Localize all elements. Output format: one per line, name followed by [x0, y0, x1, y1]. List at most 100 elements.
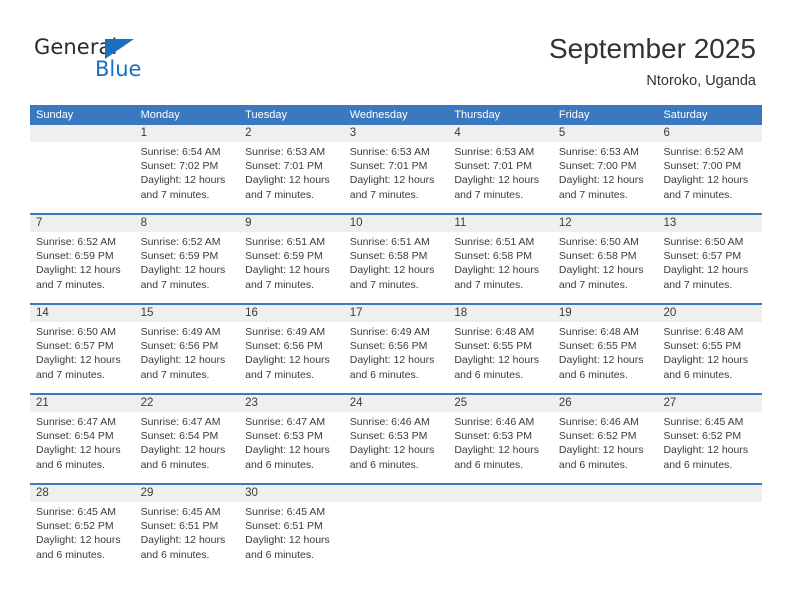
logo-text-blue: Blue	[95, 57, 142, 81]
day-number[interactable]: 26	[553, 395, 658, 412]
day-number[interactable]: 10	[344, 215, 449, 232]
day-number-band: 14 15 16 17 18 19 20	[30, 305, 762, 322]
day-number[interactable]: 1	[135, 125, 240, 142]
day-number[interactable]: 13	[657, 215, 762, 232]
day-cell[interactable]: Sunrise: 6:46 AM Sunset: 6:53 PM Daylight:…	[448, 412, 553, 483]
day-info-line: Daylight: 12 hours	[245, 354, 330, 367]
day-cell[interactable]: Sunrise: 6:53 AM Sunset: 7:01 PM Daylight:…	[239, 142, 344, 213]
day-info-line: Daylight: 12 hours	[36, 264, 121, 277]
day-cell[interactable]: Sunrise: 6:52 AM Sunset: 7:00 PM Daylight:…	[657, 142, 762, 213]
day-number[interactable]: 12	[553, 215, 658, 232]
day-number[interactable]: 19	[553, 305, 658, 322]
day-info-line: Sunset: 6:55 PM	[454, 340, 532, 353]
day-number[interactable]: 24	[344, 395, 449, 412]
day-number[interactable]: 11	[448, 215, 553, 232]
day-number[interactable]: 2	[239, 125, 344, 142]
day-cell[interactable]: Sunrise: 6:54 AM Sunset: 7:02 PM Daylight:…	[135, 142, 240, 213]
calendar-week-row: 28 29 30 Sunrise: 6:45 AM Sunset: 6:52 PM Day…	[30, 483, 762, 573]
day-number[interactable]: 14	[30, 305, 135, 322]
calendar-week-row: 1 2 3 4 5 6 Sunrise: 6:54 AM Sunset: 7:02 PM Day…	[30, 125, 762, 213]
day-detail-band: Sunrise: 6:52 AM Sunset: 6:59 PM Daylight:…	[30, 232, 762, 303]
day-number[interactable]: 27	[657, 395, 762, 412]
day-info-line: Sunrise: 6:53 AM	[245, 146, 326, 158]
day-number[interactable]: 18	[448, 305, 553, 322]
day-cell[interactable]: Sunrise: 6:49 AM Sunset: 6:56 PM Daylight:…	[239, 322, 344, 393]
day-cell[interactable]: Sunrise: 6:45 AM Sunset: 6:51 PM Daylight:…	[135, 502, 240, 573]
day-cell[interactable]: Sunrise: 6:50 AM Sunset: 6:57 PM Daylight:…	[657, 232, 762, 303]
day-cell[interactable]: Sunrise: 6:51 AM Sunset: 6:59 PM Daylight:…	[239, 232, 344, 303]
day-cell[interactable]: Sunrise: 6:49 AM Sunset: 6:56 PM Daylight:…	[135, 322, 240, 393]
weekday-header-wednesday: Wednesday	[349, 109, 408, 121]
day-info-line: Daylight: 12 hours	[558, 354, 644, 367]
day-number[interactable]: 20	[657, 305, 762, 322]
day-cell[interactable]: Sunrise: 6:45 AM Sunset: 6:52 PM Daylight:…	[657, 412, 762, 483]
day-number[interactable]: 5	[553, 125, 658, 142]
day-info-line: Sunrise: 6:45 AM	[663, 416, 744, 428]
day-number[interactable]: 29	[135, 485, 240, 502]
day-cell[interactable]: Sunrise: 6:52 AM Sunset: 6:59 PM Daylight:…	[30, 232, 135, 303]
day-number[interactable]: 30	[239, 485, 344, 502]
day-cell[interactable]: Sunrise: 6:45 AM Sunset: 6:52 PM Daylight:…	[30, 502, 135, 573]
day-cell[interactable]: Sunrise: 6:53 AM Sunset: 7:01 PM Daylight:…	[448, 142, 553, 213]
day-info-line: and 6 minutes.	[36, 458, 105, 471]
general-blue-logo[interactable]: General Blue	[34, 36, 274, 88]
day-number[interactable]: 15	[135, 305, 240, 322]
day-number[interactable]: 8	[135, 215, 240, 232]
day-number[interactable]: 6	[657, 125, 762, 142]
day-info-line: Sunset: 6:54 PM	[36, 430, 114, 443]
day-info-line: Sunrise: 6:47 AM	[36, 416, 116, 428]
day-info-line: Daylight: 12 hours	[140, 444, 226, 457]
day-cell[interactable]: Sunrise: 6:46 AM Sunset: 6:52 PM Daylight:…	[553, 412, 658, 483]
day-info-line: Sunrise: 6:53 AM	[454, 146, 535, 158]
day-info-line: Sunrise: 6:47 AM	[140, 416, 221, 428]
day-number[interactable]: 22	[135, 395, 240, 412]
day-info-line: Daylight: 12 hours	[36, 444, 121, 457]
day-number[interactable]: 21	[30, 395, 135, 412]
day-info-line: Sunset: 6:59 PM	[245, 250, 323, 263]
day-info-line: Daylight: 12 hours	[140, 354, 226, 367]
weekday-header-thursday: Thursday	[454, 109, 501, 121]
day-info-line: Sunrise: 6:51 AM	[454, 236, 535, 248]
day-cell[interactable]: Sunrise: 6:51 AM Sunset: 6:58 PM Daylight:…	[448, 232, 553, 303]
day-info-line: Daylight: 12 hours	[454, 264, 539, 277]
day-cell[interactable]: Sunrise: 6:53 AM Sunset: 7:00 PM Daylight:…	[553, 142, 658, 213]
day-cell[interactable]: Sunrise: 6:47 AM Sunset: 6:54 PM Daylight:…	[135, 412, 240, 483]
day-info-line: and 6 minutes.	[349, 368, 419, 381]
day-number[interactable]: 3	[344, 125, 449, 142]
day-cell[interactable]: Sunrise: 6:50 AM Sunset: 6:57 PM Daylight:…	[30, 322, 135, 393]
day-cell[interactable]: Sunrise: 6:49 AM Sunset: 6:56 PM Daylight:…	[344, 322, 449, 393]
day-number[interactable]: 4	[448, 125, 553, 142]
day-cell[interactable]: Sunrise: 6:48 AM Sunset: 6:55 PM Daylight:…	[657, 322, 762, 393]
day-cell[interactable]: Sunrise: 6:50 AM Sunset: 6:58 PM Daylight:…	[553, 232, 658, 303]
day-cell[interactable]: Sunrise: 6:48 AM Sunset: 6:55 PM Daylight:…	[553, 322, 658, 393]
day-cell[interactable]: Sunrise: 6:46 AM Sunset: 6:53 PM Daylight:…	[344, 412, 449, 483]
day-cell[interactable]: Sunrise: 6:52 AM Sunset: 6:59 PM Daylight:…	[135, 232, 240, 303]
day-number[interactable]: 28	[30, 485, 135, 502]
day-info-line: Sunset: 7:00 PM	[663, 160, 742, 173]
day-info-line: and 6 minutes.	[558, 368, 628, 381]
day-info-line: Sunset: 7:01 PM	[454, 160, 532, 173]
day-info-line: Sunset: 6:53 PM	[245, 430, 323, 443]
weekday-header-sunday: Sunday	[36, 109, 74, 121]
day-info-line: Daylight: 12 hours	[36, 354, 121, 367]
day-cell[interactable]: Sunrise: 6:45 AM Sunset: 6:51 PM Daylight:…	[239, 502, 344, 573]
day-info-line: Sunset: 6:58 PM	[558, 250, 637, 263]
day-number[interactable]: 7	[30, 215, 135, 232]
day-cell[interactable]: Sunrise: 6:47 AM Sunset: 6:54 PM Daylight:…	[30, 412, 135, 483]
day-number-band: 28 29 30	[30, 485, 762, 502]
day-number[interactable]: 9	[239, 215, 344, 232]
day-detail-band: Sunrise: 6:45 AM Sunset: 6:52 PM Daylight:…	[30, 502, 762, 573]
day-cell[interactable]: Sunrise: 6:47 AM Sunset: 6:53 PM Daylight:…	[239, 412, 344, 483]
page-subtitle-location: Ntoroko, Uganda	[646, 73, 756, 89]
day-cell[interactable]: Sunrise: 6:48 AM Sunset: 6:55 PM Daylight:…	[448, 322, 553, 393]
day-info-line: Sunset: 6:54 PM	[140, 430, 219, 443]
day-cell[interactable]: Sunrise: 6:53 AM Sunset: 7:01 PM Daylight:…	[344, 142, 449, 213]
day-info-line: Sunset: 6:55 PM	[558, 340, 637, 353]
day-number[interactable]: 23	[239, 395, 344, 412]
day-number[interactable]: 16	[239, 305, 344, 322]
day-cell[interactable]: Sunrise: 6:51 AM Sunset: 6:58 PM Daylight:…	[344, 232, 449, 303]
day-number[interactable]: 17	[344, 305, 449, 322]
day-info-line: Sunrise: 6:51 AM	[349, 236, 430, 248]
day-info-line: Daylight: 12 hours	[663, 174, 749, 187]
day-number[interactable]: 25	[448, 395, 553, 412]
